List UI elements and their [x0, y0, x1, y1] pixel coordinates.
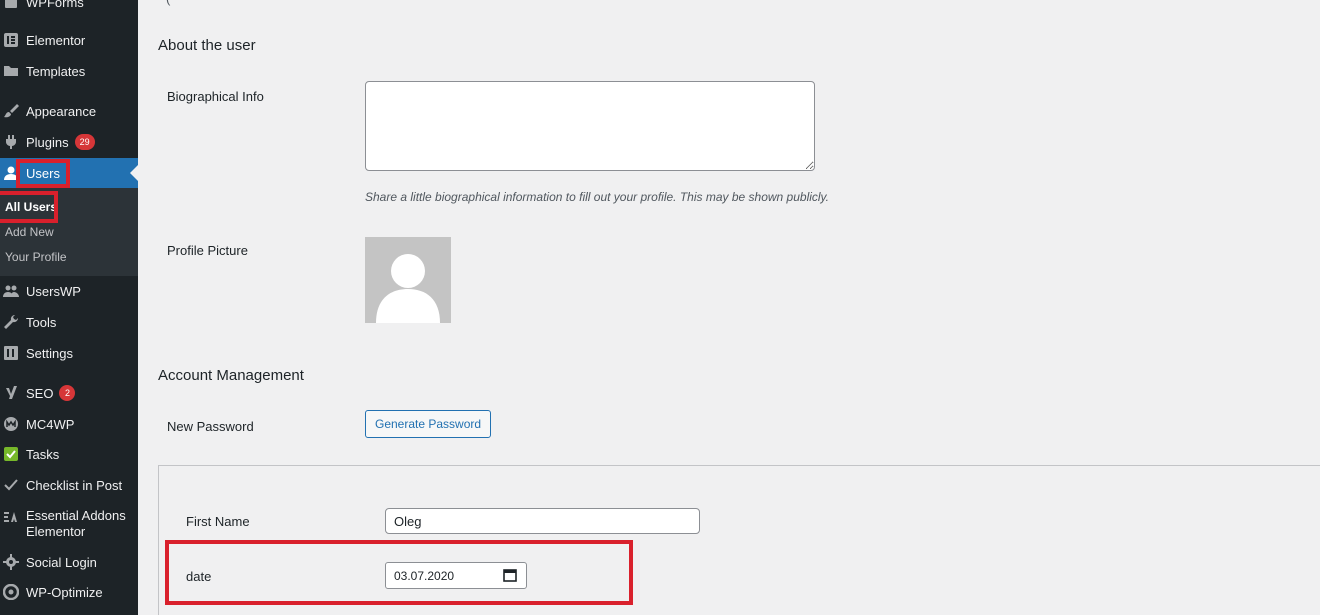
menu-item-label: Plugins [26, 134, 69, 150]
menu-item-label: Appearance [26, 103, 97, 119]
mc4wp-icon [2, 415, 20, 433]
wp-optimize-icon [2, 583, 20, 601]
plugins-update-badge: 29 [74, 134, 95, 150]
menu-item-label: Tasks [26, 446, 60, 462]
generate-password-button[interactable]: Generate Password [365, 410, 492, 438]
menu-item-tools[interactable]: Tools [0, 308, 138, 336]
menu-item-label: Tools [26, 314, 57, 330]
first-name-label: First Name [186, 514, 250, 529]
submenu-item-add-new[interactable]: Add New [5, 225, 54, 239]
menu-item-elementor[interactable]: Elementor [0, 26, 138, 54]
gear-icon [2, 553, 20, 571]
menu-item-label: Checklist in Post [26, 477, 123, 493]
menu-item-label: SEO [26, 385, 54, 401]
avatar [365, 237, 451, 323]
settings-icon [2, 344, 20, 362]
paintbrush-icon [2, 102, 20, 120]
bio-description: Share a little biographical information … [365, 190, 830, 204]
menu-item-templates[interactable]: Templates [0, 57, 138, 85]
biographical-info-textarea[interactable] [365, 81, 815, 171]
menu-item-label: Elementor [26, 32, 86, 48]
essential-addons-icon [2, 508, 20, 526]
highlight-date-field [165, 540, 633, 605]
menu-item-social-login[interactable]: Social Login [0, 548, 138, 576]
checkmark-icon [2, 476, 20, 494]
menu-item-label: Social Login [26, 554, 97, 570]
menu-item-plugins[interactable]: Plugins 29 [0, 128, 138, 156]
admin-sidebar: WPForms Elementor Templates Appearance P… [0, 0, 138, 615]
menu-item-userswp[interactable]: UsersWP [0, 277, 138, 305]
menu-item-label: WP-Optimize [26, 584, 103, 600]
menu-item-label: Settings [26, 345, 73, 361]
plugin-icon [2, 133, 20, 151]
about-user-heading: About the user [158, 37, 256, 54]
seo-notification-badge: 2 [59, 385, 76, 401]
elementor-icon [2, 31, 20, 49]
first-name-input[interactable] [385, 508, 700, 534]
menu-item-settings[interactable]: Settings [0, 339, 138, 367]
menu-item-seo[interactable]: SEO 2 [0, 379, 138, 407]
bio-label: Biographical Info [167, 89, 264, 104]
account-management-heading: Account Management [158, 367, 304, 384]
menu-item-label: WPForms [26, 0, 84, 10]
menu-item-tasks[interactable]: Tasks [0, 440, 138, 468]
wrench-icon [2, 313, 20, 331]
folder-icon [2, 62, 20, 80]
menu-item-label: UsersWP [26, 283, 81, 299]
cut-off-text: ( [166, 0, 170, 6]
menu-item-essential-addons[interactable]: Essential Addons Elementor [0, 508, 138, 544]
highlight-users-menu [16, 159, 70, 188]
menu-item-wpforms[interactable]: WPForms [0, 0, 138, 16]
menu-item-wp-optimize[interactable]: WP-Optimize [0, 578, 138, 606]
menu-item-checklist-in-post[interactable]: Checklist in Post [0, 471, 138, 499]
current-menu-arrow [130, 165, 138, 181]
yoast-icon [2, 384, 20, 402]
menu-item-label: Essential Addons Elementor [26, 508, 126, 539]
checkbox-icon [2, 445, 20, 463]
userswp-icon [2, 282, 20, 300]
highlight-all-users [0, 191, 58, 223]
menu-item-label: MC4WP [26, 416, 75, 432]
default-avatar-icon [376, 254, 440, 323]
profile-edit-content: ( About the user Biographical Info Share… [138, 0, 1320, 615]
wpforms-icon [2, 0, 20, 11]
menu-item-appearance[interactable]: Appearance [0, 97, 138, 125]
new-password-label: New Password [167, 419, 254, 434]
menu-item-mc4wp[interactable]: MC4WP [0, 410, 138, 438]
menu-item-label: Templates [26, 63, 86, 79]
profile-picture-label: Profile Picture [167, 243, 248, 258]
submenu-item-your-profile[interactable]: Your Profile [5, 250, 67, 264]
